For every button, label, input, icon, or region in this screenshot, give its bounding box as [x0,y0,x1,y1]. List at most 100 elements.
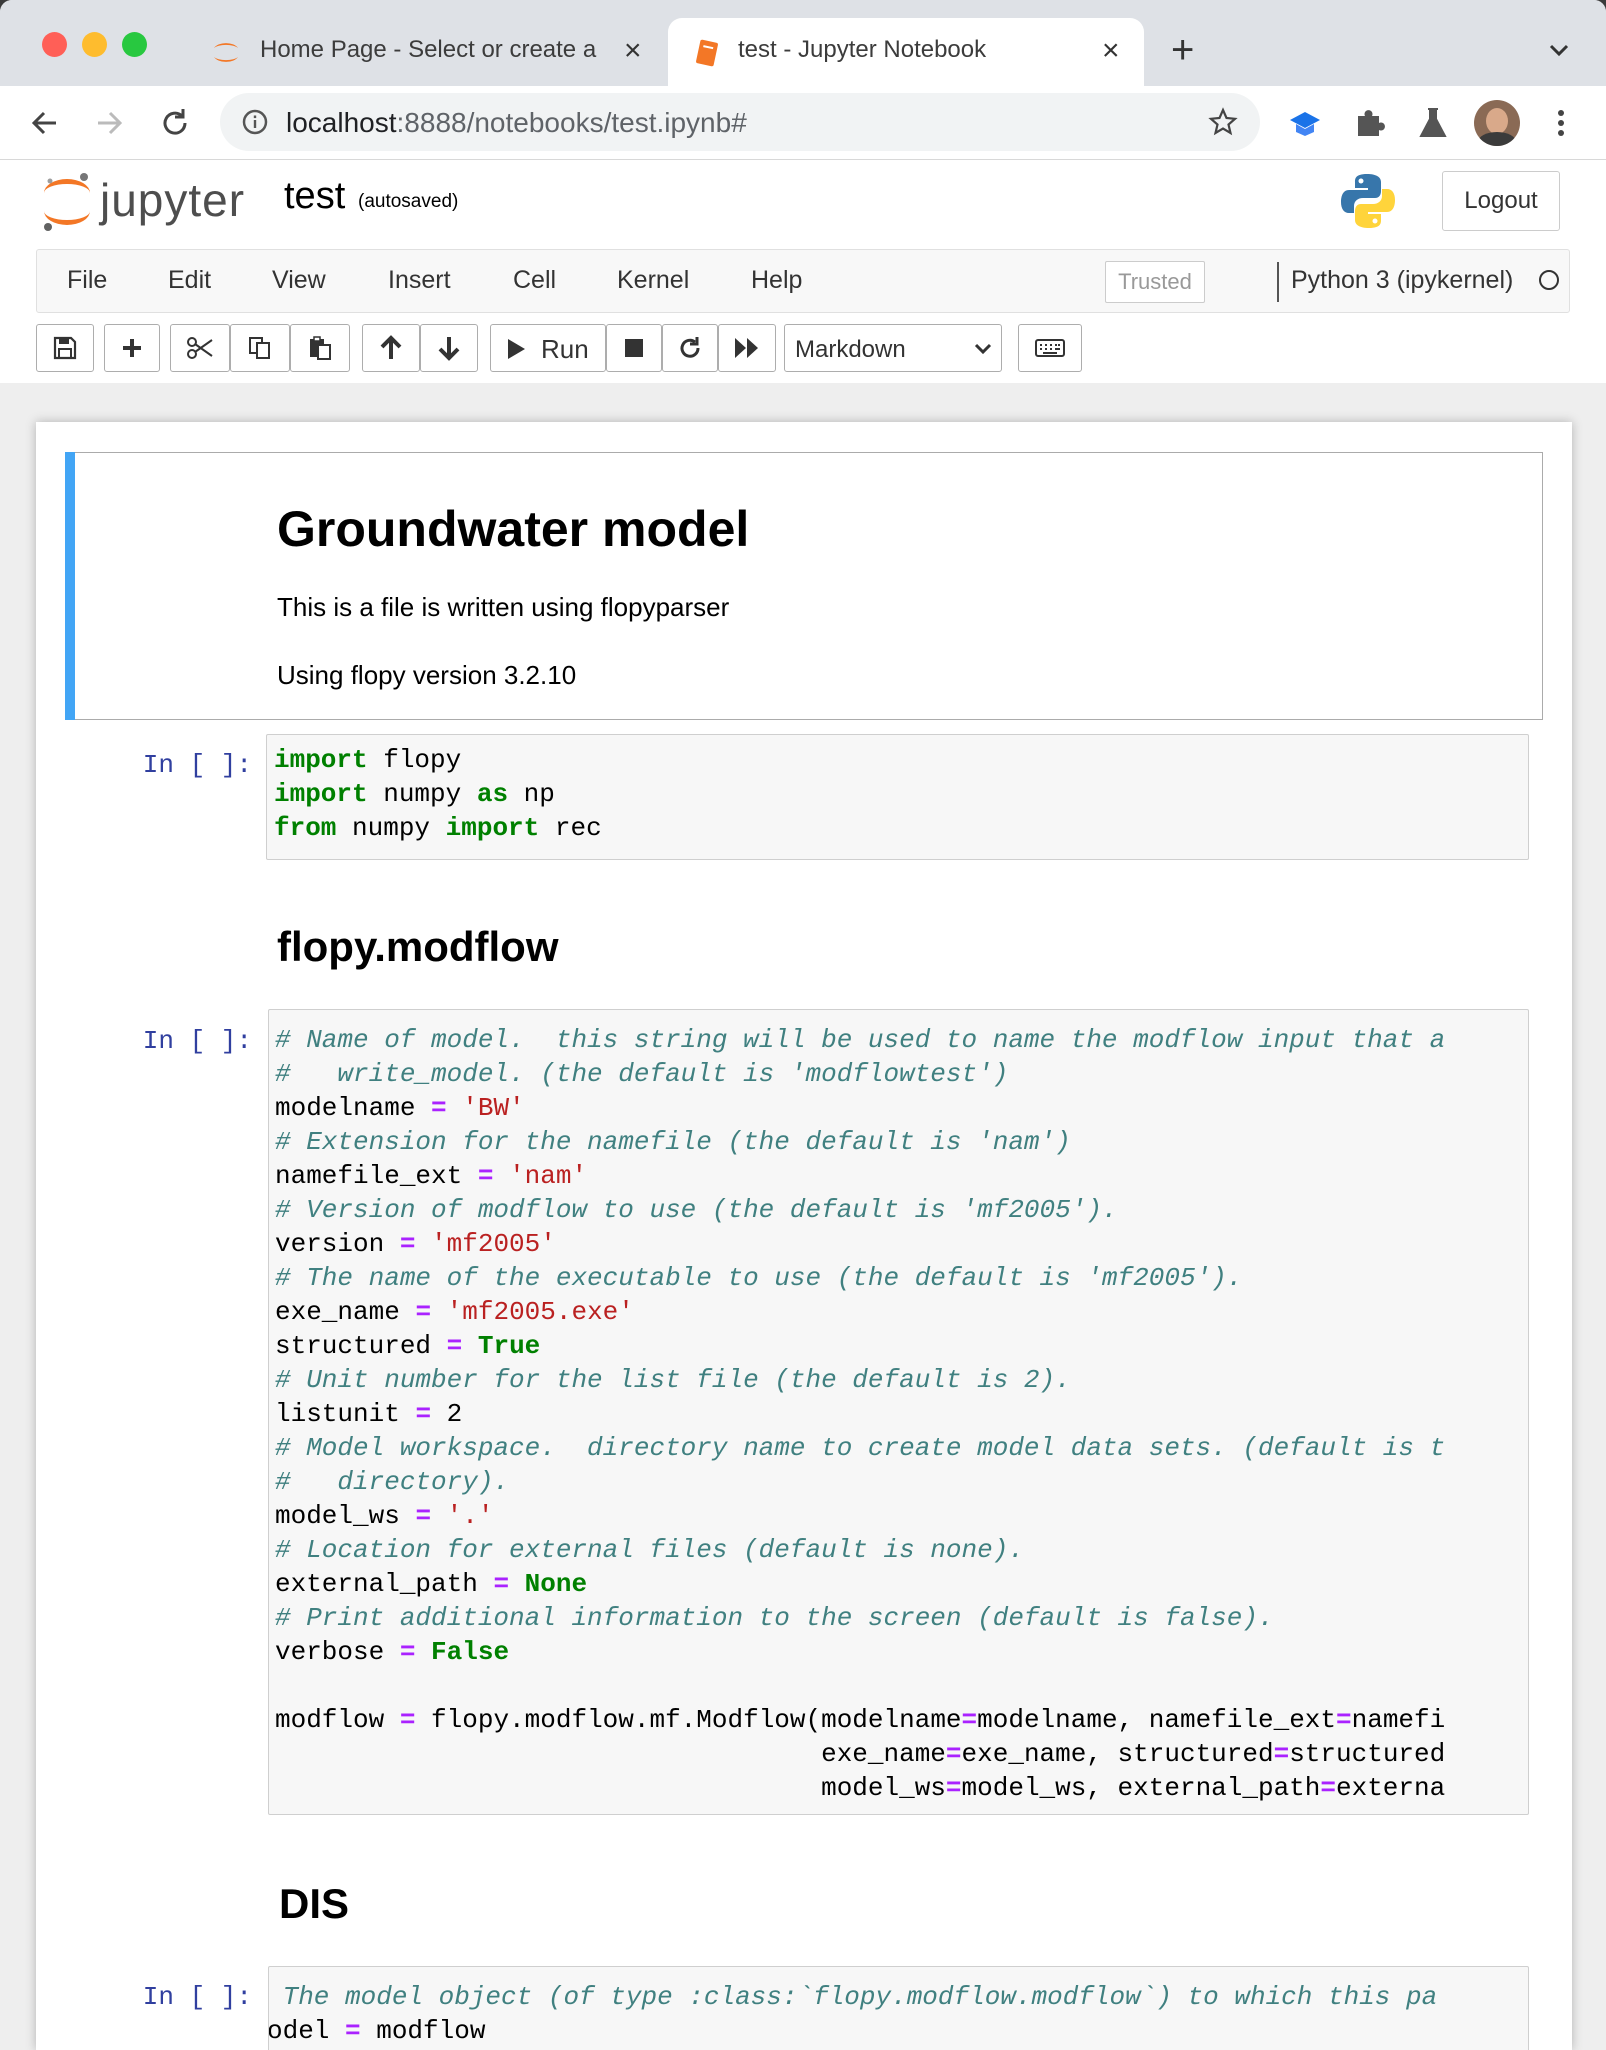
code-input[interactable]: The model object (of type :class:`flopy.… [268,1980,1438,2048]
minimize-window-button[interactable] [82,32,107,57]
input-prompt: In [ ]: [142,1982,252,2012]
info-icon[interactable] [242,109,268,135]
kernel-name[interactable]: Python 3 (ipykernel) [1291,266,1513,295]
interrupt-button[interactable] [606,324,662,372]
code-cell[interactable]: The model object (of type :class:`flopy.… [268,1966,1529,2050]
code-line: verbose = False [275,1637,510,1667]
tab-home-page[interactable]: Home Page - Select or create a × [200,18,660,86]
paste-icon [310,336,331,360]
browser-toolbar: localhost:8888/notebooks/test.ipynb# [0,86,1606,160]
code-line: import flopy [274,745,462,775]
jupyter-tab-icon [214,43,238,62]
tab-strip: Home Page - Select or create a × test - … [0,0,1606,86]
trusted-indicator[interactable]: Trusted [1105,261,1205,303]
arrow-up-icon [380,335,402,359]
code-line: external_path = None [275,1569,588,1599]
notebook-title[interactable]: test [284,175,345,218]
code-line: exe_name = 'mf2005.exe' [275,1297,634,1327]
code-cell[interactable]: import flopy import numpy as np from numpy… [266,734,1529,860]
command-palette-button[interactable] [1018,324,1082,372]
python-logo-icon [1341,174,1395,228]
tab-close-icon[interactable]: × [624,36,642,66]
copy-icon [249,337,270,359]
menu-edit[interactable]: Edit [168,266,211,295]
cell-type-select[interactable]: Markdown [784,324,1002,372]
keyboard-icon [1035,339,1065,357]
notebook-tab-icon [696,39,718,67]
move-up-button[interactable] [362,324,420,372]
chevron-down-icon[interactable] [1545,36,1573,64]
chevron-down-icon [974,343,992,355]
selected-cell-indicator [65,452,75,720]
logout-button[interactable]: Logout [1442,171,1560,231]
more-menu-icon[interactable] [1542,104,1580,142]
code-line: exe_name=exe_name, structured=structured [275,1739,1446,1769]
menu-insert[interactable]: Insert [388,266,451,295]
code-line: odel = modflow [268,2016,486,2046]
code-line: # Print additional information to the sc… [275,1603,1274,1633]
move-down-button[interactable] [420,324,478,372]
menu-file[interactable]: File [67,266,107,295]
code-input[interactable]: # Name of model. this string will be use… [275,1023,1445,1805]
maximize-window-button[interactable] [122,32,147,57]
insert-cell-button[interactable] [104,324,160,372]
code-line: # Unit number for the list file (the def… [275,1365,1071,1395]
cut-button[interactable] [170,324,230,372]
url-text: localhost:8888/notebooks/test.ipynb# [286,107,747,139]
restart-run-all-button[interactable] [718,324,776,372]
save-icon [53,336,77,360]
arrow-down-icon [438,337,460,361]
tab-title: Home Page - Select or create a [260,36,597,63]
restart-icon [680,337,700,358]
jupyter-logo-icon[interactable] [40,171,94,233]
autosave-status: (autosaved) [358,191,459,212]
markdown-heading: DIS [279,1880,350,1927]
close-window-button[interactable] [42,32,67,57]
code-line: # directory). [275,1467,510,1497]
code-input[interactable]: import flopy import numpy as np from numpy… [274,743,602,845]
code-line: # Version of modflow to use (the default… [275,1195,1118,1225]
reload-icon[interactable] [156,104,194,142]
menu-kernel[interactable]: Kernel [617,266,689,295]
avatar[interactable] [1474,100,1520,146]
bookmark-star-icon[interactable] [1208,107,1238,137]
flask-icon[interactable] [1414,104,1452,142]
notebook-menubar: File Edit View Insert Cell Kernel Help T… [36,249,1570,313]
scissors-icon [187,337,213,359]
tab-test-notebook[interactable]: test - Jupyter Notebook × [668,18,1144,86]
code-cell[interactable]: # Name of model. this string will be use… [268,1009,1529,1815]
jupyter-logo-text[interactable]: jupyter [100,173,245,227]
restart-button[interactable] [662,324,718,372]
copy-button[interactable] [230,324,290,372]
tab-title: test - Jupyter Notebook [738,36,987,63]
new-tab-icon[interactable]: + [1171,30,1194,70]
code-line: # write_model. (the default is 'modflowt… [275,1059,1009,1089]
paste-button[interactable] [290,324,350,372]
graduation-cap-icon[interactable] [1286,104,1324,142]
code-line: # Model workspace. directory name to cre… [275,1433,1446,1463]
back-arrow-icon[interactable] [26,104,64,142]
code-line: version = 'mf2005' [275,1229,556,1259]
fast-forward-icon [735,338,758,358]
markdown-paragraph: This is a file is written using flopypar… [277,592,730,622]
tab-close-icon[interactable]: × [1102,36,1120,66]
code-line: # Name of model. this string will be use… [275,1025,1446,1055]
markdown-paragraph: Using flopy version 3.2.10 [277,660,577,690]
code-line: The model object (of type :class:`flopy.… [268,1982,1438,2012]
run-button[interactable]: Run [490,324,606,372]
url-path: :8888/notebooks/test.ipynb# [396,107,747,138]
kernel-separator [1277,262,1279,302]
save-button[interactable] [36,324,94,372]
play-icon [508,339,525,359]
menu-help[interactable]: Help [751,266,802,295]
extensions-puzzle-icon[interactable] [1350,104,1388,142]
menu-cell[interactable]: Cell [513,266,556,295]
code-line: model_ws=model_ws, external_path=externa [275,1773,1446,1803]
notebook-toolbar: Run Markdown [0,313,1606,383]
address-bar[interactable]: localhost:8888/notebooks/test.ipynb# [220,93,1260,151]
code-line: modelname = 'BW' [275,1093,525,1123]
menu-view[interactable]: View [272,266,326,295]
code-line: # Extension for the namefile (the defaul… [275,1127,1071,1157]
forward-arrow-icon[interactable] [90,104,128,142]
